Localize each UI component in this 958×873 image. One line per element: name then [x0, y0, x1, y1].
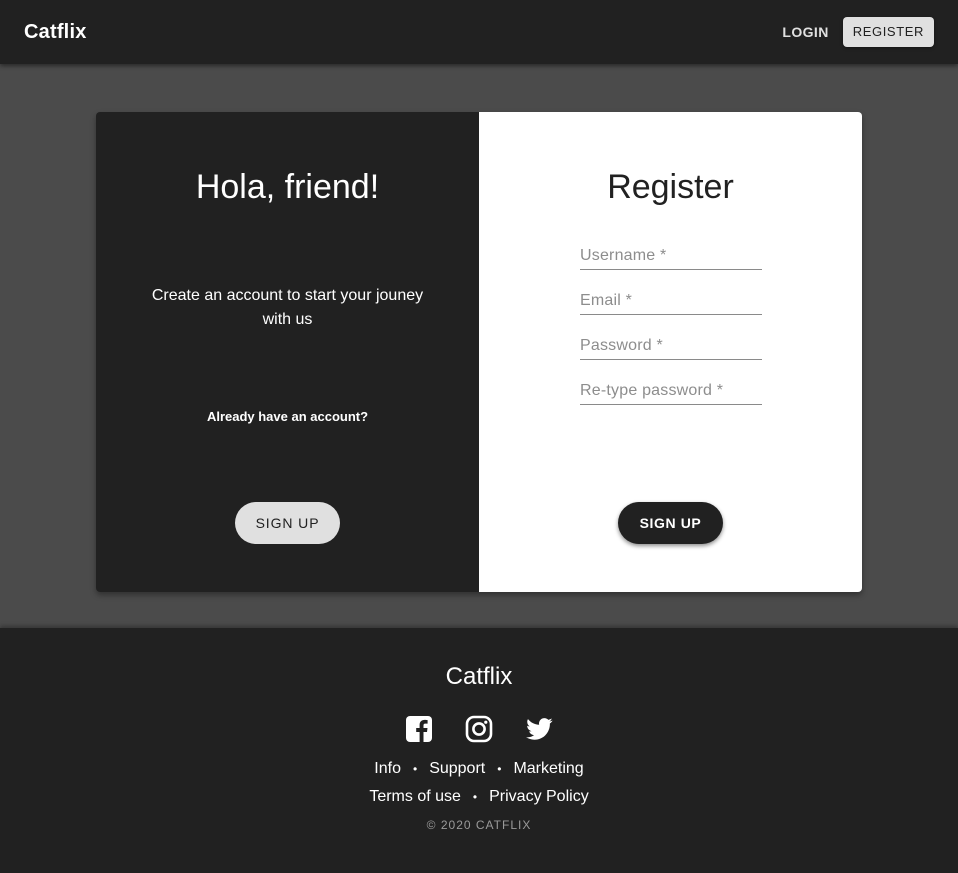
sign-up-button[interactable]: SIGN UP: [618, 502, 723, 544]
link-separator: •: [412, 762, 418, 776]
copyright-text: © 2020 CATFLIX: [426, 818, 532, 832]
footer-links-primary: Info • Support • Marketing: [0, 760, 958, 778]
password-field: [580, 330, 762, 360]
welcome-sign-up-button[interactable]: SIGN UP: [235, 502, 340, 544]
twitter-icon[interactable]: [524, 714, 554, 744]
register-button[interactable]: REGISTER: [842, 17, 934, 47]
social-links: [0, 714, 958, 744]
username-input[interactable]: [580, 240, 762, 268]
terms-link[interactable]: Terms of use: [369, 788, 461, 806]
welcome-subtitle: Create an account to start your jouney w…: [151, 287, 424, 328]
support-link[interactable]: Support: [429, 760, 485, 778]
register-form: Register SIGN UP: [479, 112, 862, 592]
register-card: Hola, friend! Create an account to start…: [96, 112, 862, 592]
footer-brand: Catflix: [445, 663, 513, 690]
info-link[interactable]: Info: [374, 760, 401, 778]
privacy-link[interactable]: Privacy Policy: [489, 788, 589, 806]
link-separator: •: [472, 790, 478, 804]
username-field: [580, 240, 762, 270]
email-input[interactable]: [580, 285, 762, 313]
instagram-icon[interactable]: [464, 714, 494, 744]
footer: Catflix Info • Support • Marketing Terms…: [0, 628, 958, 873]
marketing-link[interactable]: Marketing: [513, 760, 583, 778]
app-bar: Catflix LOGIN REGISTER: [0, 0, 958, 64]
retype-password-field: [580, 375, 762, 405]
login-link[interactable]: LOGIN: [776, 18, 834, 46]
already-account-text: Already have an account?: [206, 409, 369, 424]
welcome-title: Hola, friend!: [195, 168, 380, 206]
register-title: Register: [607, 168, 734, 206]
welcome-panel: Hola, friend! Create an account to start…: [96, 112, 479, 592]
link-separator: •: [497, 762, 502, 776]
facebook-icon[interactable]: [404, 714, 434, 744]
footer-links-legal: Terms of use • Privacy Policy: [0, 788, 958, 806]
email-field: [580, 285, 762, 315]
password-input[interactable]: [580, 330, 762, 358]
retype-password-input[interactable]: [580, 375, 762, 403]
top-nav: LOGIN REGISTER: [776, 17, 934, 47]
brand-logo[interactable]: Catflix: [24, 21, 87, 44]
